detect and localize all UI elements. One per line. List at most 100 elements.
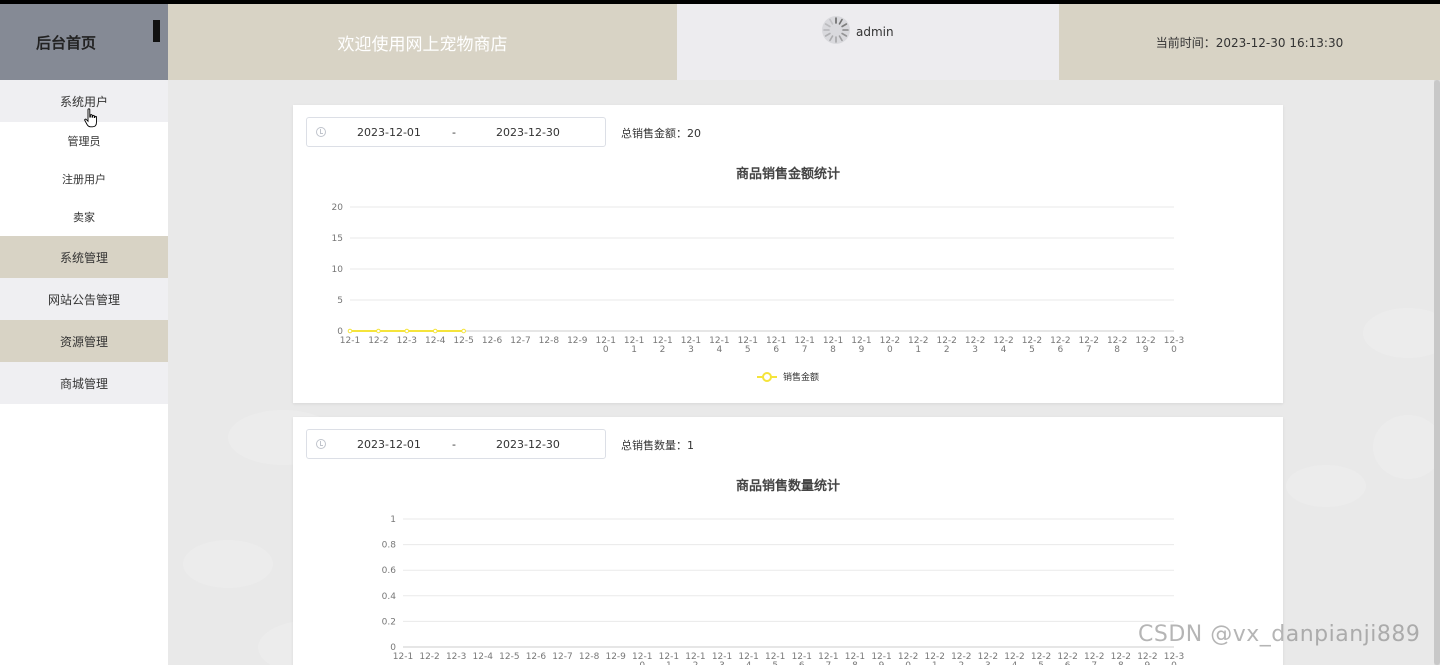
hand-cursor-icon	[84, 108, 97, 128]
x-tick-label: 12-10	[596, 336, 616, 355]
x-tick-label: 12-15	[765, 652, 785, 665]
vertical-scrollbar[interactable]	[1434, 80, 1440, 665]
x-tick-label: 12-29	[1137, 652, 1157, 665]
x-tick-label: 12-1	[393, 652, 413, 662]
x-tick-label: 12-22	[951, 652, 971, 665]
x-tick-label: 12-3	[446, 652, 466, 662]
x-tick-label: 12-10	[632, 652, 652, 665]
current-time: 当前时间：2023-12-30 16:13:30	[1059, 4, 1440, 80]
x-tick-label: 12-12	[685, 652, 705, 665]
x-tick-label: 12-21	[908, 336, 928, 355]
x-tick-label: 12-25	[1022, 336, 1042, 355]
x-tick-label: 12-7	[510, 336, 530, 346]
x-tick-label: 12-17	[818, 652, 838, 665]
x-tick-label: 12-13	[712, 652, 732, 665]
sales-quantity-card: 2023-12-01 - 2023-12-30 总销售数量：1 商品销售数量统计…	[293, 417, 1283, 665]
sidebar-subitem-registered-users[interactable]: 注册用户	[0, 160, 168, 198]
x-tick-label: 12-4	[425, 336, 446, 346]
x-tick-label: 12-19	[871, 652, 891, 665]
x-tick-label: 12-15	[738, 336, 758, 355]
y-tick-label: 5	[337, 296, 343, 306]
x-tick-label: 12-14	[738, 652, 758, 665]
y-tick-label: 0.8	[382, 541, 397, 551]
x-tick-label: 12-27	[1084, 652, 1104, 665]
x-tick-label: 12-18	[845, 652, 865, 665]
x-tick-label: 12-6	[526, 652, 547, 662]
x-tick-label: 12-2	[368, 336, 388, 346]
x-tick-label: 12-22	[936, 336, 956, 355]
x-tick-label: 12-29	[1135, 336, 1155, 355]
x-tick-label: 12-19	[851, 336, 871, 355]
background-blob	[1373, 415, 1434, 479]
x-tick-label: 12-11	[659, 652, 679, 665]
legend-label: 销售金额	[783, 371, 819, 383]
y-tick-label: 15	[332, 234, 343, 244]
x-tick-label: 12-28	[1111, 652, 1131, 665]
x-tick-label: 12-9	[605, 652, 626, 662]
sales-amount-chart: 0510152012-1 12-2 12-3 12-4 12-5 12-6 12-7 12-8…	[332, 203, 1185, 383]
x-tick-label: 12-14	[709, 336, 729, 355]
user-panel[interactable]: admin	[677, 4, 1059, 80]
sidebar-item-mall[interactable]: 商城管理	[0, 362, 168, 404]
x-tick-label: 12-26	[1057, 652, 1077, 665]
x-tick-label: 12-28	[1107, 336, 1127, 355]
data-point	[432, 328, 438, 334]
x-tick-label: 12-30	[1164, 336, 1184, 355]
x-tick-label: 12-23	[965, 336, 985, 355]
x-tick-label: 12-3	[397, 336, 417, 346]
sidebar-item-resources[interactable]: 资源管理	[0, 320, 168, 362]
main-content: 2023-12-01 - 2023-12-30 总销售金额：20 商品销售金额统…	[168, 80, 1434, 665]
header: 后台首页 欢迎使用网上宠物商店 admin 当前时间：2023-12-30 16…	[0, 4, 1440, 80]
data-point	[347, 328, 353, 334]
y-tick-label: 0.2	[382, 617, 396, 627]
background-blob	[1363, 308, 1434, 358]
y-tick-label: 1	[390, 515, 396, 525]
brand-home[interactable]: 后台首页	[0, 4, 168, 80]
sales-amount-card: 2023-12-01 - 2023-12-30 总销售金额：20 商品销售金额统…	[293, 105, 1283, 403]
x-tick-label: 12-4	[473, 652, 494, 662]
x-tick-label: 12-16	[792, 652, 812, 665]
x-tick-label: 12-24	[993, 336, 1013, 355]
x-tick-label: 12-16	[766, 336, 786, 355]
x-tick-label: 12-23	[978, 652, 998, 665]
x-tick-label: 12-1	[340, 336, 360, 346]
avatar-loading-icon	[822, 16, 850, 44]
x-tick-label: 12-20	[898, 652, 918, 665]
username[interactable]: admin	[856, 25, 894, 39]
x-tick-label: 12-6	[482, 336, 503, 346]
x-tick-label: 12-20	[880, 336, 900, 355]
x-tick-label: 12-2	[419, 652, 439, 662]
sidebar-item-system-management[interactable]: 系统管理	[0, 236, 168, 278]
welcome-text: 欢迎使用网上宠物商店	[337, 34, 508, 55]
scrollbar-thumb[interactable]	[1434, 80, 1440, 665]
data-point	[376, 328, 381, 334]
x-tick-label: 12-8	[539, 336, 560, 346]
sidebar-subitem-sellers[interactable]: 卖家	[0, 198, 168, 236]
x-tick-label: 12-21	[925, 652, 945, 665]
welcome-banner: 欢迎使用网上宠物商店	[168, 4, 677, 80]
background-blob	[183, 540, 273, 588]
y-tick-label: 0.4	[382, 592, 397, 602]
x-tick-label: 12-27	[1079, 336, 1099, 355]
x-tick-label: 12-8	[579, 652, 600, 662]
sidebar-item-announcements[interactable]: 网站公告管理	[0, 278, 168, 320]
x-tick-label: 12-11	[624, 336, 644, 355]
x-tick-label: 12-24	[1004, 652, 1024, 665]
brand-title: 后台首页	[36, 33, 97, 52]
x-tick-label: 12-5	[499, 652, 519, 662]
x-tick-label: 12-7	[552, 652, 572, 662]
sidebar-toggle-icon[interactable]	[153, 20, 160, 42]
legend-marker-icon	[762, 372, 772, 382]
y-tick-label: 0.6	[382, 566, 397, 576]
x-tick-label: 12-18	[823, 336, 843, 355]
watermark: CSDN @vx_danpianji889	[1138, 622, 1421, 647]
x-tick-label: 12-12	[652, 336, 672, 355]
x-tick-label: 12-9	[567, 336, 588, 346]
y-tick-label: 10	[332, 265, 344, 275]
x-tick-label: 12-30	[1164, 652, 1184, 665]
sidebar: 系统用户 管理员 注册用户 卖家 系统管理 网站公告管理 资源管理 商城管理	[0, 80, 168, 665]
y-tick-label: 20	[332, 203, 344, 213]
x-tick-label: 12-5	[453, 336, 473, 346]
x-tick-label: 12-26	[1050, 336, 1070, 355]
x-tick-label: 12-13	[681, 336, 701, 355]
